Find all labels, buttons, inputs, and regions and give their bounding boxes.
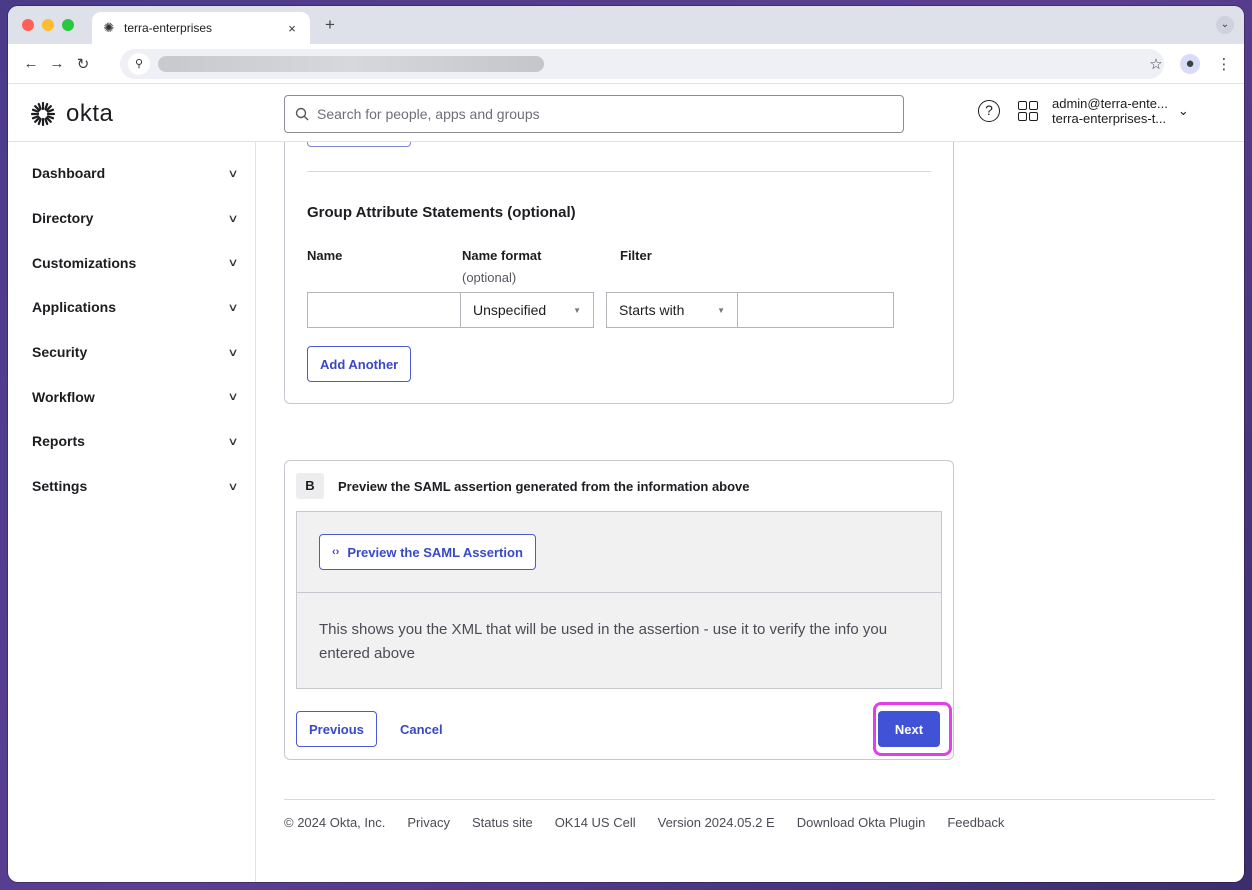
filter-type-select[interactable]: Starts with ▼ xyxy=(606,292,738,328)
chevron-down-icon: ∨ xyxy=(227,257,239,270)
chevron-down-icon: ∨ xyxy=(227,346,239,359)
sidebar-item-label: Applications xyxy=(32,299,117,316)
code-brackets-icon: ‹› xyxy=(332,546,340,558)
previous-button[interactable]: Previous xyxy=(296,711,377,747)
okta-wordmark: okta xyxy=(66,100,114,127)
filter-column-label: Filter xyxy=(620,248,652,263)
window-controls xyxy=(22,19,74,31)
forward-icon[interactable]: → xyxy=(44,55,70,72)
privacy-link[interactable]: Privacy xyxy=(407,815,450,830)
account-menu[interactable]: admin@terra-ente... terra-enterprises-t.… xyxy=(1052,96,1168,126)
browser-tab[interactable]: ✺ terra-enterprises × xyxy=(92,12,310,44)
caret-down-icon: ▼ xyxy=(717,305,725,315)
preview-description: This shows you the XML that will be used… xyxy=(319,621,888,662)
preview-panel: ‹› Preview the SAML Assertion This shows… xyxy=(296,511,942,689)
chevron-down-icon: ∨ xyxy=(227,435,239,448)
app-switcher-icon[interactable] xyxy=(1018,101,1038,121)
sidebar-item-workflow[interactable]: Workflow ∨ xyxy=(8,374,255,419)
browser-menu-icon[interactable]: ⋮ xyxy=(1214,55,1234,73)
account-org: terra-enterprises-t... xyxy=(1052,111,1167,126)
sidebar-item-label: Security xyxy=(32,344,88,361)
preview-panel-header: ‹› Preview the SAML Assertion xyxy=(297,512,941,593)
maximize-window-button[interactable] xyxy=(62,19,74,31)
section-b-badge: B xyxy=(296,473,324,499)
download-plugin-link[interactable]: Download Okta Plugin xyxy=(797,815,926,830)
cancel-link[interactable]: Cancel xyxy=(400,722,443,737)
sidebar-item-customizations[interactable]: Customizations ∨ xyxy=(8,240,255,285)
chevron-down-icon: ∨ xyxy=(227,301,239,314)
version-label: Version 2024.05.2 E xyxy=(657,815,775,830)
browser-toolbar: ← → ↻ ⚲ ☆ ● ⋮ xyxy=(8,44,1244,84)
profile-avatar-icon[interactable]: ● xyxy=(1180,54,1200,74)
help-icon[interactable]: ? xyxy=(978,100,1000,122)
filter-value-input[interactable] xyxy=(737,292,894,328)
okta-favicon-icon: ✺ xyxy=(103,20,115,35)
name-format-column-label: Name format xyxy=(462,248,542,263)
reload-icon[interactable]: ↻ xyxy=(70,55,96,73)
cell-label: OK14 US Cell xyxy=(554,815,636,830)
sidebar-item-dashboard[interactable]: Dashboard ∨ xyxy=(8,151,255,196)
okta-header: okta ? admin@terra-ente... terra-enterpr… xyxy=(8,84,1244,142)
copyright-text: © 2024 Okta, Inc. xyxy=(284,815,386,830)
section-b-title: Preview the SAML assertion generated fro… xyxy=(338,479,750,494)
search-input[interactable] xyxy=(317,106,893,122)
preview-button-label: Preview the SAML Assertion xyxy=(347,544,523,560)
browser-window: ✺ terra-enterprises × + ⌄ ← → ↻ ⚲ ☆ ● ⋮ xyxy=(8,6,1244,882)
feedback-link[interactable]: Feedback xyxy=(947,815,1004,830)
group-attribute-name-input[interactable] xyxy=(307,292,461,328)
status-site-link[interactable]: Status site xyxy=(472,815,533,830)
main-content: Group Attribute Statements (optional) Na… xyxy=(257,142,1244,882)
tab-strip: ✺ terra-enterprises × + ⌄ xyxy=(8,6,1244,44)
caret-down-icon: ▼ xyxy=(573,305,581,315)
okta-sunburst-icon xyxy=(30,101,56,127)
filter-type-value: Starts with xyxy=(619,302,685,318)
sidebar-item-label: Customizations xyxy=(32,254,137,271)
sidebar-item-label: Dashboard xyxy=(32,165,106,182)
tab-title: terra-enterprises xyxy=(124,21,213,35)
footer: © 2024 Okta, Inc. Privacy Status site OK… xyxy=(284,815,1004,830)
sidebar-item-security[interactable]: Security ∨ xyxy=(8,330,255,375)
sidebar-item-label: Settings xyxy=(32,478,88,495)
back-icon[interactable]: ← xyxy=(18,55,44,72)
okta-logo[interactable]: okta xyxy=(30,100,113,128)
new-tab-button[interactable]: + xyxy=(320,16,340,36)
name-column-label: Name xyxy=(307,248,343,263)
add-another-button[interactable]: Add Another xyxy=(307,346,412,382)
bookmark-star-icon[interactable]: ☆ xyxy=(1146,55,1166,73)
search-icon xyxy=(295,107,309,121)
sidebar-item-label: Directory xyxy=(32,210,94,227)
divider xyxy=(307,171,931,172)
sidebar-nav: Dashboard ∨ Directory ∨ Customizations ∨… xyxy=(8,142,256,882)
next-button[interactable]: Next xyxy=(878,711,940,747)
global-search[interactable] xyxy=(284,95,904,133)
close-window-button[interactable] xyxy=(22,19,34,31)
footer-divider xyxy=(284,799,1215,800)
url-redacted xyxy=(158,56,544,72)
name-format-select[interactable]: Unspecified ▼ xyxy=(460,292,594,328)
chevron-down-icon[interactable]: ⌄ xyxy=(1178,103,1189,119)
sidebar-item-label: Workflow xyxy=(32,388,95,405)
sidebar-item-settings[interactable]: Settings ∨ xyxy=(8,464,255,509)
minimize-window-button[interactable] xyxy=(42,19,54,31)
sidebar-item-directory[interactable]: Directory ∨ xyxy=(8,196,255,241)
sidebar-item-reports[interactable]: Reports ∨ xyxy=(8,419,255,464)
address-bar[interactable]: ⚲ xyxy=(120,49,1164,79)
sidebar-item-applications[interactable]: Applications ∨ xyxy=(8,285,255,330)
attribute-statements-card: Group Attribute Statements (optional) Na… xyxy=(284,142,954,404)
group-attributes-title: Group Attribute Statements (optional) xyxy=(307,204,576,221)
name-format-value: Unspecified xyxy=(473,302,547,318)
tab-close-icon[interactable]: × xyxy=(284,21,300,36)
cropped-button[interactable] xyxy=(307,142,411,147)
tab-list-button[interactable]: ⌄ xyxy=(1216,16,1234,34)
chevron-down-icon: ∨ xyxy=(227,391,239,404)
site-settings-icon[interactable]: ⚲ xyxy=(128,53,150,75)
chevron-down-icon: ∨ xyxy=(227,212,239,225)
name-format-optional-label: (optional) xyxy=(462,270,517,285)
account-email: admin@terra-ente... xyxy=(1052,96,1168,111)
chevron-down-icon: ∨ xyxy=(227,167,239,180)
saml-preview-card: B Preview the SAML assertion generated f… xyxy=(284,460,954,760)
sidebar-item-label: Reports xyxy=(32,433,85,450)
preview-saml-assertion-button[interactable]: ‹› Preview the SAML Assertion xyxy=(319,534,536,570)
chevron-down-icon: ∨ xyxy=(227,480,239,493)
